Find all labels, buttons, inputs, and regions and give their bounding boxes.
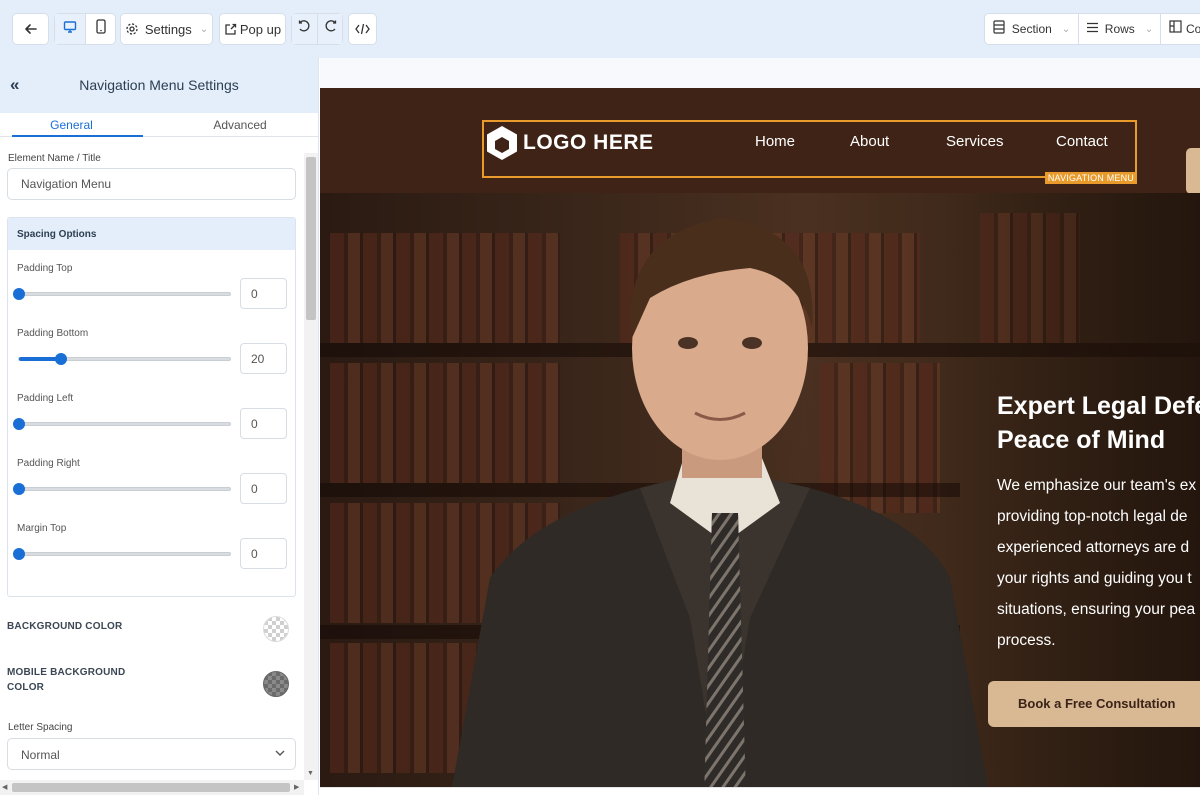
chevron-down-icon: ⌄ [199, 23, 209, 35]
structure-group: Section ⌄ Rows ⌄ Co [984, 13, 1200, 45]
slider-handle[interactable] [13, 418, 25, 430]
scroll-left-icon[interactable]: ◀ [2, 783, 7, 791]
scroll-down-icon[interactable]: ▼ [307, 770, 314, 777]
padding-left-input[interactable]: 0 [240, 408, 287, 439]
padding-top-input[interactable]: 0 [240, 278, 287, 309]
panel-header: « Navigation Menu Settings [0, 58, 318, 113]
hero-heading: Expert Legal Defe Peace of Mind [997, 392, 1200, 454]
columns-icon [1169, 20, 1182, 38]
padding-top-slider[interactable] [13, 288, 231, 300]
tab-advanced[interactable]: Advanced [160, 118, 318, 132]
scrollbar-thumb[interactable] [306, 157, 316, 320]
padding-left-slider[interactable] [13, 418, 231, 430]
panel-horizontal-scrollbar[interactable]: ◀ ▶ [0, 780, 304, 795]
spacing-options: Spacing Options Padding Top 0 Padding Bo… [7, 217, 296, 597]
panel-tabs: General Advanced [0, 113, 318, 137]
margin-top-row: Margin Top 0 [8, 523, 295, 588]
section-label: Section [1011, 22, 1052, 36]
back-button[interactable] [12, 13, 49, 45]
nav-link-services[interactable]: Services [946, 133, 1004, 150]
padding-bottom-input[interactable]: 20 [240, 343, 287, 374]
history-group [291, 13, 343, 45]
nav-link-home[interactable]: Home [755, 133, 795, 150]
padding-top-label: Padding Top [17, 263, 73, 274]
undo-button[interactable] [292, 14, 317, 44]
popup-label: Pop up [239, 21, 282, 37]
scroll-right-icon[interactable]: ▶ [294, 783, 299, 791]
code-button[interactable] [348, 13, 377, 45]
padding-right-label: Padding Right [17, 458, 80, 469]
letter-spacing-select[interactable]: Normal [7, 738, 296, 770]
redo-button[interactable] [317, 14, 342, 44]
undo-icon [298, 20, 311, 38]
attorney-portrait [452, 218, 988, 787]
letter-spacing-value: Normal [21, 748, 60, 762]
scrollbar-thumb[interactable] [12, 783, 290, 792]
slider-handle[interactable] [13, 288, 25, 300]
padding-right-slider[interactable] [13, 483, 231, 495]
selected-element-tag: NAVIGATION MENU [1044, 172, 1137, 184]
settings-dropdown[interactable]: Settings ⌄ [120, 13, 213, 45]
popup-button[interactable]: Pop up [219, 13, 286, 45]
arrow-left-icon [24, 22, 38, 36]
mobile-icon [95, 19, 107, 39]
top-toolbar: Settings ⌄ Pop up Section ⌄ Rows ⌄ Co [0, 0, 1200, 58]
slider-handle[interactable] [13, 483, 25, 495]
nav-link-about[interactable]: About [850, 133, 889, 150]
padding-bottom-slider[interactable] [18, 353, 231, 365]
settings-panel: « Navigation Menu Settings General Advan… [0, 58, 319, 795]
rows-label: Rows [1104, 22, 1135, 36]
navigation-menu-selection[interactable]: NAVIGATION MENU [482, 120, 1137, 184]
margin-top-slider[interactable] [13, 548, 231, 560]
spacing-options-header[interactable]: Spacing Options [8, 218, 295, 250]
columns-dropdown[interactable]: Co [1160, 14, 1200, 44]
settings-label: Settings [144, 21, 192, 37]
background-color-swatch[interactable] [263, 616, 289, 642]
desktop-icon [63, 20, 77, 39]
letter-spacing-label: Letter Spacing [8, 722, 73, 733]
padding-right-row: Padding Right 0 [8, 458, 295, 523]
panel-vertical-scrollbar[interactable] [304, 153, 318, 780]
chevron-down-icon [275, 748, 285, 760]
element-name-input[interactable]: Navigation Menu [7, 168, 296, 200]
mobile-background-color-label: MOBILE BACKGROUND COLOR [7, 667, 126, 693]
rows-icon [1086, 20, 1099, 38]
padding-bottom-row: Padding Bottom 20 [8, 328, 295, 393]
desktop-view-button[interactable] [55, 14, 85, 44]
panel-title: Navigation Menu Settings [79, 77, 239, 93]
header-cta-button[interactable] [1186, 148, 1200, 194]
external-edit-icon [224, 23, 237, 36]
element-name-label: Element Name / Title [8, 153, 101, 164]
slider-handle[interactable] [55, 353, 68, 365]
margin-top-input[interactable]: 0 [240, 538, 287, 569]
margin-top-label: Margin Top [17, 523, 67, 534]
slider-handle[interactable] [13, 548, 25, 560]
padding-left-row: Padding Left 0 [8, 393, 295, 458]
editor-canvas: LOGO HERE NAVIGATION MENU Home About Ser… [320, 58, 1200, 795]
active-tab-indicator [12, 135, 143, 137]
padding-bottom-label: Padding Bottom [17, 328, 89, 339]
mobile-background-color-swatch[interactable] [263, 671, 289, 697]
section-icon [993, 19, 1005, 39]
gear-icon [125, 22, 139, 36]
redo-icon [324, 20, 337, 38]
hero-description: We emphasize our team's ex providing top… [997, 477, 1197, 649]
book-consultation-button[interactable]: Book a Free Consultation [988, 681, 1200, 727]
section-dropdown[interactable]: Section ⌄ [985, 14, 1078, 44]
mobile-view-button[interactable] [85, 14, 115, 44]
device-toggle [54, 13, 116, 45]
nav-link-contact[interactable]: Contact [1056, 133, 1108, 150]
code-icon [355, 23, 370, 35]
columns-label: Co [1186, 22, 1200, 36]
padding-right-input[interactable]: 0 [240, 473, 287, 504]
rows-dropdown[interactable]: Rows ⌄ [1078, 14, 1160, 44]
chevron-down-icon: ⌄ [1144, 23, 1154, 35]
padding-top-row: Padding Top 0 [8, 263, 295, 328]
site-header: LOGO HERE NAVIGATION MENU Home About Ser… [320, 88, 1200, 194]
tab-general[interactable]: General [0, 118, 143, 132]
chevron-down-icon: ⌄ [1061, 23, 1071, 35]
hero-section: Expert Legal Defe Peace of Mind We empha… [320, 193, 1200, 787]
padding-left-label: Padding Left [17, 393, 74, 404]
background-color-label: BACKGROUND COLOR [7, 621, 123, 632]
